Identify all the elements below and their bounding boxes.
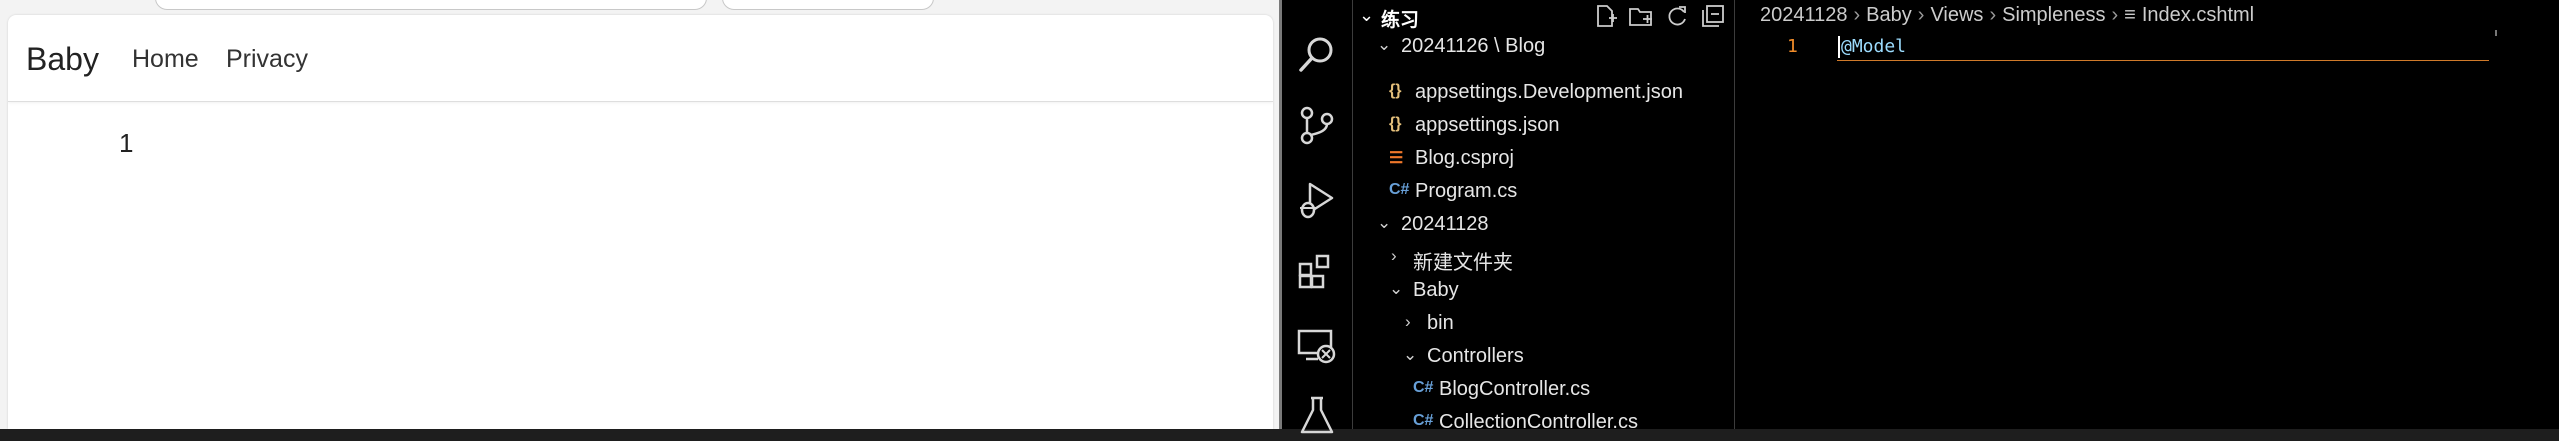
breadcrumb-item[interactable]: Simpleness [2002, 4, 2105, 26]
breadcrumb-item[interactable]: 20241128 [1760, 4, 1848, 26]
activity-bar [1282, 0, 1353, 434]
search-icon[interactable] [1296, 34, 1338, 76]
tree-file-program-cs[interactable]: C# Program.cs [1353, 176, 1734, 209]
extensions-icon[interactable] [1296, 250, 1338, 292]
tree-folder-baby[interactable]: ⌄ Baby [1353, 275, 1734, 308]
explorer-header[interactable]: ⌄ 练习 [1353, 0, 1734, 34]
navbar-brand[interactable]: Baby [26, 41, 99, 78]
json-file-icon: {} [1389, 115, 1402, 132]
testing-icon[interactable] [1296, 394, 1338, 436]
new-folder-icon[interactable] [1628, 3, 1654, 29]
remote-explorer-icon[interactable] [1296, 324, 1338, 366]
tree-file-collectioncontroller[interactable]: C# CollectionController.cs [1353, 407, 1734, 440]
chevron-down-icon: ⌄ [1377, 213, 1392, 232]
tree-file-appsettings-dev[interactable]: {} appsettings.Development.json [1353, 77, 1734, 110]
breadcrumb-item[interactable]: Index.cshtml [2142, 4, 2254, 26]
run-debug-icon[interactable] [1296, 178, 1338, 220]
source-control-icon[interactable] [1296, 104, 1338, 146]
site-navbar: Baby Home Privacy [8, 15, 1273, 102]
tree-item-label: CollectionController.cs [1439, 411, 1638, 433]
tree-folder-controllers[interactable]: ⌄ Controllers [1353, 341, 1734, 374]
tree-folder-new[interactable]: › 新建文件夹 [1353, 242, 1734, 275]
chevron-down-icon: ⌄ [1377, 35, 1392, 54]
tree-item-label: Baby [1413, 279, 1459, 301]
chevron-right-icon: › [1391, 246, 1397, 265]
tree-folder-blog[interactable]: ⌄ 20241126 \ Blog [1353, 31, 1734, 64]
chevron-right-icon: › [1989, 4, 1997, 26]
tree-item-label: 20241128 [1401, 213, 1489, 235]
tree-item-label: Controllers [1427, 345, 1524, 367]
breadcrumb-item[interactable]: Baby [1866, 4, 1912, 26]
tree-item-label: appsettings.Development.json [1415, 81, 1683, 103]
tree-item-label: 新建文件夹 [1413, 252, 1513, 274]
scrollbar-marker [2495, 30, 2497, 36]
json-file-icon: {} [1389, 82, 1402, 99]
address-bar[interactable] [155, 0, 707, 10]
chevron-right-icon: › [1405, 312, 1411, 331]
explorer-sidebar: ⌄ 练习 ⌄ 20241126 \ Blog {} appsettings.De… [1353, 0, 1735, 433]
tree-item-label: Blog.csproj [1415, 147, 1514, 169]
current-line[interactable]: @Model [1837, 34, 2489, 61]
tree-folder-bin[interactable]: › bin [1353, 308, 1734, 341]
tree-file-blog-csproj[interactable]: ☰ Blog.csproj [1353, 143, 1734, 176]
tree-item-label: 20241126 \ Blog [1401, 35, 1546, 57]
tree-item-label: Program.cs [1415, 180, 1518, 202]
file-lines-icon: ≡ [2124, 4, 2136, 26]
csharp-file-icon: C# [1389, 181, 1410, 198]
chevron-down-icon: ⌄ [1403, 345, 1418, 364]
code-text: @Model [1841, 36, 1907, 57]
browser-window: Baby Home Privacy 1 [0, 0, 1279, 429]
nav-link-home[interactable]: Home [132, 45, 199, 74]
refresh-icon[interactable] [1664, 3, 1690, 29]
tree-item-label: appsettings.json [1415, 114, 1560, 136]
chevron-right-icon: › [1853, 4, 1861, 26]
tree-folder-20241128[interactable]: ⌄ 20241128 [1353, 209, 1734, 242]
web-page: Baby Home Privacy 1 [8, 15, 1273, 429]
code-editor[interactable]: 20241128 › Baby › Views › Simpleness › ≡ Index.cs… [1735, 0, 2559, 429]
chevron-down-icon: ⌄ [1389, 279, 1404, 298]
rss-icon: ☰ [1389, 150, 1404, 167]
page-content-text: 1 [119, 128, 134, 158]
chevron-down-icon[interactable]: ⌄ [1359, 5, 1374, 26]
workspace-title: 练习 [1381, 10, 1420, 31]
tree-item-label: bin [1427, 312, 1454, 334]
tree-file-appsettings[interactable]: {} appsettings.json [1353, 110, 1734, 143]
csharp-file-icon: C# [1413, 379, 1434, 396]
text-cursor [1838, 36, 1840, 58]
tree-file-blogcontroller[interactable]: C# BlogController.cs [1353, 374, 1734, 407]
chevron-right-icon: › [2111, 4, 2119, 26]
breadcrumb: 20241128 › Baby › Views › Simpleness › ≡ Index.cs… [1760, 4, 2254, 27]
line-number: 1 [1787, 36, 1798, 57]
tree-item-label: BlogController.cs [1439, 378, 1591, 400]
collapse-all-icon[interactable] [1700, 3, 1726, 29]
nav-link-privacy[interactable]: Privacy [226, 45, 308, 74]
new-file-icon[interactable] [1592, 3, 1618, 29]
csharp-file-icon: C# [1413, 412, 1434, 429]
toolbar-pill[interactable] [722, 0, 934, 10]
chevron-right-icon: › [1917, 4, 1925, 26]
breadcrumb-item[interactable]: Views [1930, 4, 1983, 26]
